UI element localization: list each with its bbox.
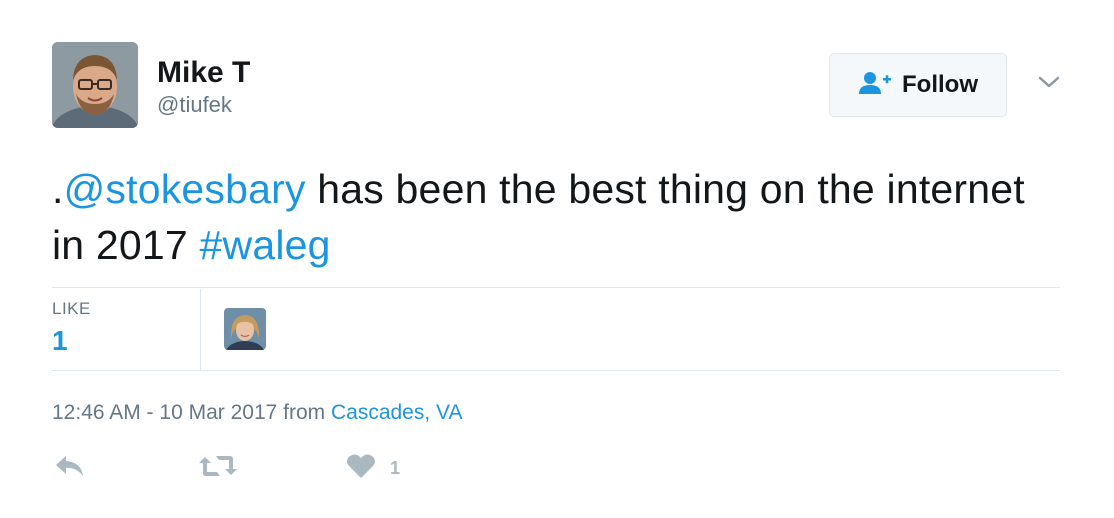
mention-link[interactable]: @stokesbary <box>64 166 306 212</box>
tweet-card: Mike T @tiufek Follow .@stokesbary has b… <box>0 0 1114 518</box>
chevron-down-icon[interactable] <box>1036 72 1062 92</box>
follow-button[interactable]: Follow <box>829 53 1007 117</box>
location-link[interactable]: Cascades, VA <box>331 401 463 424</box>
tweet-text-prefix: . <box>52 166 64 212</box>
like-stat-count[interactable]: 1 <box>52 325 68 357</box>
like-stat-label: LIKE <box>52 299 91 318</box>
retweet-button[interactable] <box>198 452 238 484</box>
stats-separator <box>200 289 201 371</box>
timestamp-text[interactable]: 12:46 AM - 10 Mar 2017 from <box>52 401 331 424</box>
tweet-text: .@stokesbary has been the best thing on … <box>52 161 1052 273</box>
author-name[interactable]: Mike T <box>157 55 250 91</box>
author-handle[interactable]: @tiufek <box>157 92 232 118</box>
retweet-icon <box>198 453 238 484</box>
tweet-timestamp: 12:46 AM - 10 Mar 2017 from Cascades, VA <box>52 401 462 425</box>
heart-icon <box>346 453 376 484</box>
add-user-icon <box>858 71 892 100</box>
hashtag-link[interactable]: #waleg <box>200 222 331 268</box>
reply-button[interactable] <box>54 452 86 484</box>
author-avatar[interactable] <box>52 42 138 128</box>
liker-avatar[interactable] <box>224 308 266 350</box>
stats-top-divider <box>52 287 1060 288</box>
like-action-count: 1 <box>390 457 401 478</box>
follow-button-label: Follow <box>902 71 978 98</box>
reply-icon <box>54 453 86 484</box>
like-button[interactable]: 1 <box>346 452 400 484</box>
stats-bottom-divider <box>52 370 1060 371</box>
